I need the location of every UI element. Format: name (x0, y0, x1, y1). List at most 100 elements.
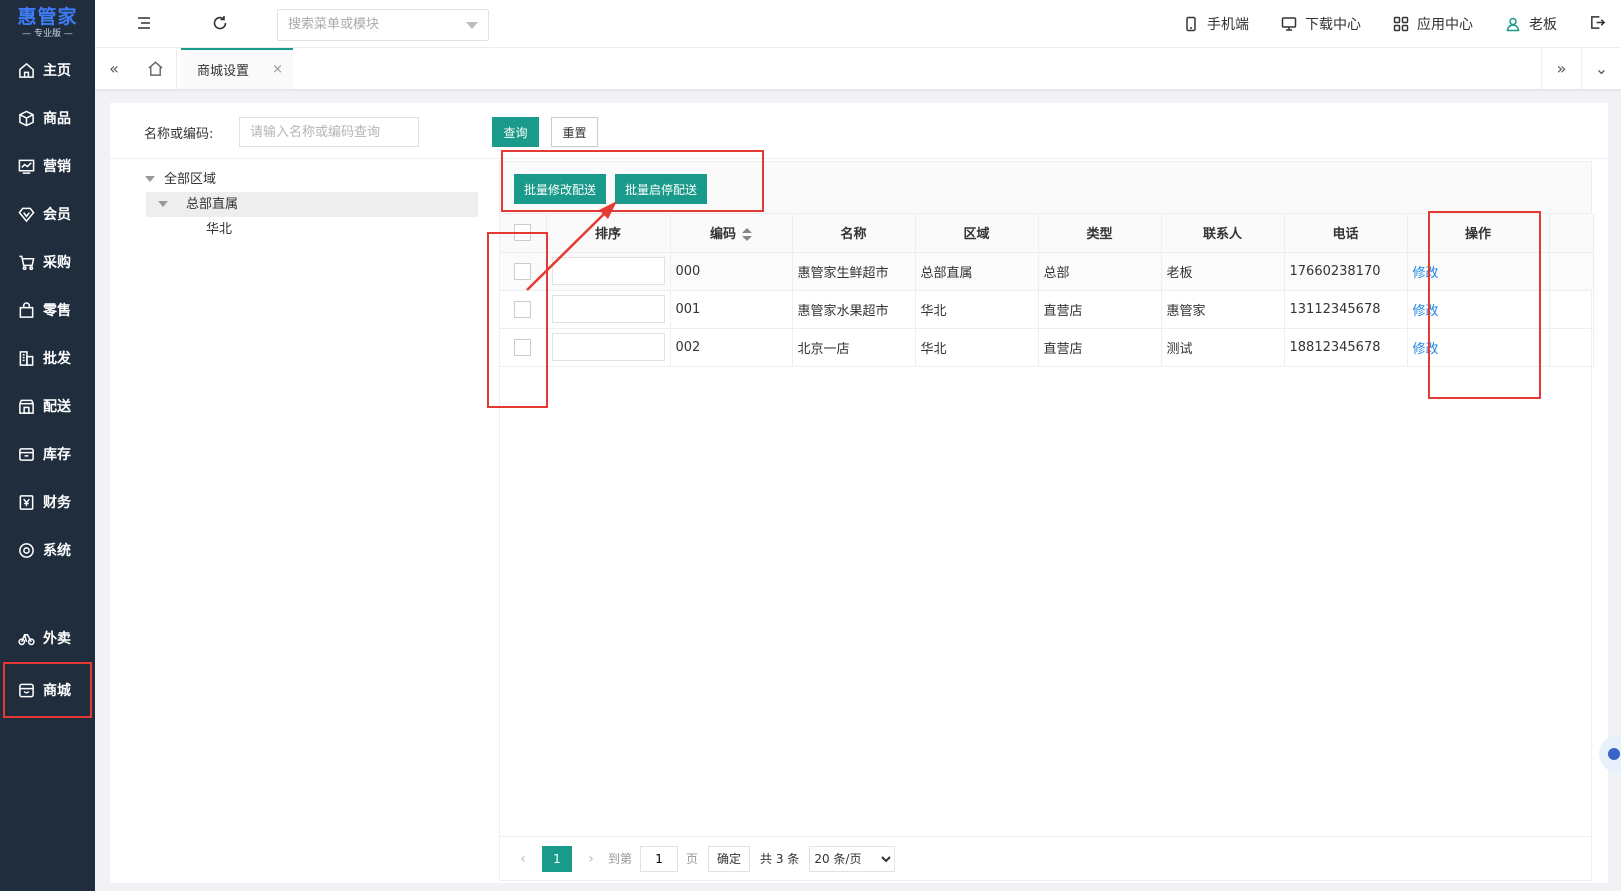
mobile-link[interactable]: 手机端 (1183, 14, 1249, 34)
sort-order-input[interactable] (551, 295, 665, 323)
page-size-select[interactable]: 20 条/页 (809, 845, 896, 872)
logout-icon[interactable] (1589, 14, 1609, 35)
contact-cell: 老板 (1161, 252, 1285, 291)
download-center-label: 下载中心 (1305, 17, 1361, 33)
action-cell: 修改 (1407, 252, 1550, 291)
phone-cell: 13112345678 (1284, 290, 1408, 329)
region-cell: 总部直属 (915, 252, 1039, 291)
app-center-link[interactable]: 应用中心 (1393, 14, 1473, 34)
sidebar-item-label: 财务 (43, 495, 71, 511)
tree-node-north-china[interactable]: 华北 (146, 217, 478, 242)
shop-icon (19, 683, 34, 697)
download-center-link[interactable]: 下载中心 (1281, 14, 1361, 34)
name-cell: 北京一店 (792, 328, 916, 367)
refresh-icon[interactable] (211, 14, 231, 34)
top-header: 搜索菜单或模块 手机端 下载中心 应用中心 老板 (95, 0, 1621, 48)
batch-edit-delivery-button[interactable]: 批量修改配送 (514, 174, 607, 204)
sidebar-item-members[interactable]: 会员 (0, 190, 95, 238)
monitor-icon (1281, 17, 1297, 31)
reset-button[interactable]: 重置 (551, 117, 598, 147)
phone-icon (1186, 16, 1196, 32)
grid-apps-icon (1393, 16, 1409, 32)
filter-label: 名称或编码: (144, 127, 214, 142)
select-all-checkbox[interactable] (514, 224, 532, 242)
tree-node-all-regions[interactable]: 全部区域 (134, 167, 478, 192)
row-checkbox[interactable] (514, 262, 532, 280)
tab-scroll-right-icon[interactable]: » (1541, 48, 1581, 89)
code-cell: 002 (670, 328, 793, 367)
sidebar-item-takeout[interactable]: 外卖 (0, 614, 95, 662)
tree-node-label: 总部直属 (186, 197, 239, 212)
row-checkbox[interactable] (514, 300, 532, 318)
sidebar-item-label: 库存 (43, 447, 71, 463)
chevron-down-icon (466, 22, 478, 29)
sidebar-item-mall[interactable]: 商城 (3, 662, 92, 718)
current-page-button[interactable]: 1 (542, 845, 572, 872)
bag-icon (19, 301, 34, 318)
column-header-code[interactable]: 编码 (670, 214, 793, 253)
name-code-search-input[interactable] (239, 117, 419, 147)
next-page-icon[interactable]: › (582, 851, 600, 867)
sidebar-item-system[interactable]: 系统 (0, 526, 95, 574)
cart-icon (19, 255, 35, 270)
sidebar-item-inventory[interactable]: 库存 (0, 430, 95, 478)
query-button[interactable]: 查询 (492, 117, 539, 147)
sidebar-item-marketing[interactable]: 营销 (0, 142, 95, 190)
prev-page-icon[interactable]: ‹ (514, 851, 532, 867)
sidebar-item-label: 配送 (43, 399, 71, 415)
tab-bar: « 商城设置 × » ⌄ (95, 48, 1621, 90)
row-checkbox[interactable] (514, 338, 532, 356)
sidebar-item-wholesale[interactable]: 批发 (0, 334, 95, 382)
goto-page-input[interactable] (640, 845, 679, 872)
name-cell: 惠管家生鲜超市 (792, 252, 916, 291)
edit-link[interactable]: 修改 (1413, 266, 1439, 281)
caret-down-icon[interactable] (158, 201, 168, 207)
main-panel: 名称或编码: 查询 重置 全部区域 总部直属 华北 批量修改配送 批量启停配送 (110, 103, 1608, 883)
total-count: 共 3 条 (760, 852, 800, 866)
bike-icon (18, 633, 35, 645)
table-row: 000 惠管家生鲜超市 总部直属 总部 老板 17660238170 修改 (500, 252, 1594, 291)
sidebar-item-label: 采购 (43, 255, 71, 271)
close-icon[interactable]: × (272, 62, 283, 77)
row-select-cell (500, 290, 547, 329)
edit-link[interactable]: 修改 (1413, 304, 1439, 319)
sort-order-input[interactable] (551, 333, 665, 361)
sort-icon[interactable] (742, 227, 752, 242)
tab-home[interactable] (135, 48, 177, 89)
sidebar-item-products[interactable]: 商品 (0, 94, 95, 142)
caret-down-icon[interactable] (145, 176, 155, 182)
sidebar-item-finance[interactable]: 财务 (0, 478, 95, 526)
tab-label: 商城设置 (197, 64, 250, 79)
tab-menu-chevron-down-icon[interactable]: ⌄ (1581, 48, 1621, 89)
sidebar-item-home[interactable]: 主页 (0, 46, 95, 94)
sort-order-input[interactable] (551, 257, 665, 285)
table-header-row: 排序 编码 名称 区域 类型 联系人 电话 操作 (500, 214, 1594, 253)
type-cell: 总部 (1038, 252, 1162, 291)
column-header-type: 类型 (1038, 214, 1162, 253)
sidebar-item-delivery[interactable]: 配送 (0, 382, 95, 430)
header-links: 手机端 下载中心 应用中心 老板 (1183, 0, 1621, 48)
edit-link[interactable]: 修改 (1413, 342, 1439, 357)
phone-cell: 17660238170 (1284, 252, 1408, 291)
sidebar-item-retail[interactable]: 零售 (0, 286, 95, 334)
menu-toggle-icon[interactable] (135, 14, 155, 34)
sort-cell (546, 252, 671, 291)
filler-cell (1549, 328, 1594, 367)
contact-cell: 测试 (1161, 328, 1285, 367)
goto-confirm-button[interactable]: 确定 (708, 845, 751, 872)
batch-toggle-delivery-button[interactable]: 批量启停配送 (615, 174, 708, 204)
sidebar-item-label: 会员 (43, 207, 71, 223)
divider (110, 158, 1608, 159)
column-header-actions: 操作 (1407, 214, 1550, 253)
region-cell: 华北 (915, 290, 1039, 329)
sidebar-item-purchase[interactable]: 采购 (0, 238, 95, 286)
table-row: 001 惠管家水果超市 华北 直营店 惠管家 13112345678 修改 (500, 290, 1594, 329)
region-cell: 华北 (915, 328, 1039, 367)
name-cell: 惠管家水果超市 (792, 290, 916, 329)
tab-scroll-left-icon[interactable]: « (95, 48, 133, 89)
tab-mall-settings[interactable]: 商城设置 × (181, 48, 293, 89)
sidebar-nav: 主页 商品 营销 会员 采购 零售 批发 配送 库存 财务 系统 外卖 商城 (0, 46, 95, 718)
tree-node-hq-direct[interactable]: 总部直属 (146, 192, 478, 217)
user-menu[interactable]: 老板 (1505, 14, 1557, 34)
menu-search-select[interactable]: 搜索菜单或模块 (277, 9, 489, 41)
